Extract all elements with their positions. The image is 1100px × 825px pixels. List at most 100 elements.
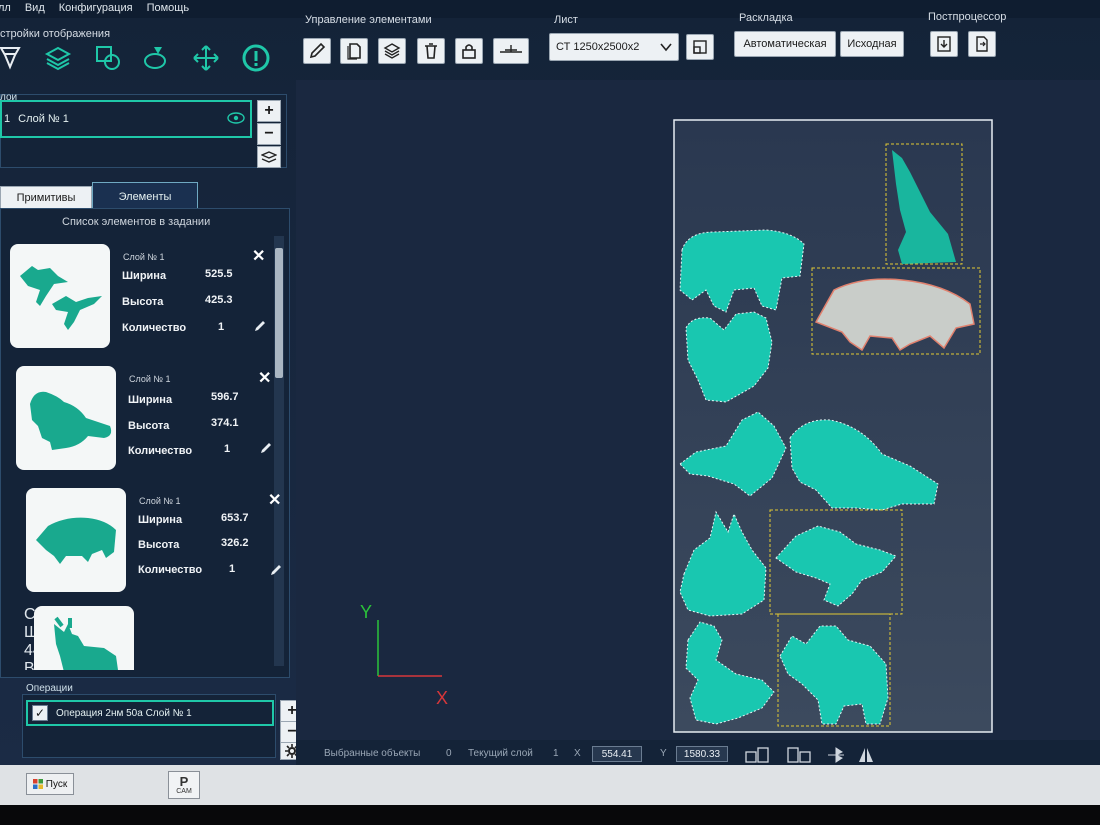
- sheet-icon: [693, 40, 707, 54]
- element-card-1[interactable]: Слой № 1 Ширина 525.5 Высота 425.3 Колич…: [0, 244, 290, 360]
- monitor-bezel: [0, 805, 1100, 825]
- element-control-group: Управление элементами: [305, 14, 432, 26]
- y-axis-label: Y: [360, 602, 372, 622]
- operation-label: Операция 2нм 50а Слой № 1: [56, 707, 192, 719]
- ducks-icon: [20, 266, 102, 330]
- taskbar-app-label: CAM: [176, 787, 192, 795]
- add-layer-button[interactable]: +: [257, 100, 281, 122]
- sheet-select[interactable]: СТ 1250x2500x2: [549, 33, 679, 61]
- qty-value: 1: [224, 443, 231, 455]
- pencil-icon: [309, 42, 326, 59]
- lock-icon: [462, 44, 476, 59]
- menu-help[interactable]: Помощь: [147, 0, 190, 18]
- menu-file[interactable]: лл: [0, 0, 11, 18]
- height-value: 374.1: [211, 417, 239, 429]
- fit-elements-icon[interactable]: [786, 746, 812, 764]
- file-export-icon: [976, 36, 988, 52]
- display-settings-title: стройки отображения: [0, 28, 111, 40]
- chevron-down-icon: [660, 43, 672, 52]
- layers-icon[interactable]: [42, 40, 74, 76]
- sheet-settings-button[interactable]: [686, 34, 714, 60]
- height-label: Высота: [122, 296, 164, 308]
- work-canvas[interactable]: Y X: [296, 80, 1100, 740]
- delete-button[interactable]: [417, 38, 445, 64]
- stack-button[interactable]: [378, 38, 406, 64]
- layer-index: 1: [4, 113, 11, 125]
- move-icon[interactable]: [190, 40, 222, 76]
- sheet-select-value: СТ 1250x2500x2: [556, 41, 640, 53]
- copy-button[interactable]: [340, 38, 368, 64]
- tab-primitives[interactable]: Примитивы: [0, 186, 92, 210]
- layout-group: Раскладка: [739, 12, 793, 24]
- height-value: 326.2: [221, 537, 249, 549]
- source-layout-button[interactable]: Исходная: [840, 31, 904, 57]
- element-card-3[interactable]: Слой № 1 Ширина 653.7 Высота 326.2 Колич…: [16, 488, 306, 604]
- pencil-icon[interactable]: [260, 442, 272, 454]
- element-thumbnail: [10, 244, 110, 348]
- postprocessor-group: Постпроцессор: [928, 11, 1006, 23]
- taskbar-app-button[interactable]: P CAM: [168, 771, 200, 799]
- qty-value: 1: [218, 321, 225, 333]
- align-icon[interactable]: [826, 745, 846, 765]
- remove-layer-button[interactable]: −: [257, 123, 281, 145]
- info-icon[interactable]: [240, 40, 272, 76]
- canvas-drawing: Y X: [360, 119, 993, 733]
- measure-button[interactable]: [493, 38, 529, 64]
- copy-icon: [347, 43, 361, 60]
- width-label: Ширина: [128, 394, 173, 406]
- pencil-icon[interactable]: [270, 564, 282, 576]
- operation-checkbox[interactable]: ✓: [32, 705, 48, 721]
- close-icon: ✕: [268, 492, 282, 509]
- layer-settings-button[interactable]: [257, 146, 281, 168]
- taskbar: Пуск P CAM: [0, 765, 1100, 805]
- selected-label: Выбранные объекты: [324, 748, 421, 759]
- tab-elements[interactable]: Элементы: [92, 182, 198, 210]
- trash-icon: [425, 43, 437, 59]
- element-control-title: Управление элементами: [305, 14, 432, 26]
- measure-icon: [500, 45, 522, 53]
- qty-label: Количество: [138, 564, 203, 576]
- operation-row[interactable]: ✓ Операция 2нм 50а Слой № 1: [26, 700, 274, 726]
- y-coord-label: Y: [660, 748, 667, 759]
- remove-element-button[interactable]: ✕: [258, 368, 271, 388]
- lock-button[interactable]: [455, 38, 483, 64]
- auto-layout-button[interactable]: Автоматическая: [734, 31, 836, 57]
- display-settings-icons: [0, 40, 290, 80]
- mirror-icon[interactable]: [856, 745, 876, 765]
- tool-icon[interactable]: [0, 40, 26, 76]
- element-card-2[interactable]: Слой № 1 Ширина 596.7 Высота 374.1 Колич…: [6, 366, 296, 482]
- shapes-icon[interactable]: [92, 40, 124, 76]
- fit-sheet-icon[interactable]: [744, 746, 770, 764]
- pencil-icon[interactable]: [254, 320, 266, 332]
- width-value: 653.7: [221, 512, 249, 524]
- sheet-group: Лист: [554, 14, 578, 26]
- width-label: Ширина: [122, 270, 167, 282]
- start-button[interactable]: Пуск: [26, 773, 74, 795]
- element-thumbnail: [16, 366, 116, 470]
- menu-view[interactable]: Вид: [25, 0, 45, 18]
- beaver-icon: [30, 391, 112, 450]
- current-layer-label: Текущий слой: [468, 748, 533, 759]
- width-value: 525.5: [205, 268, 233, 280]
- remove-element-button[interactable]: ✕: [252, 246, 265, 266]
- layer-row[interactable]: 1 Слой № 1: [0, 100, 252, 138]
- qty-value: 1: [229, 563, 236, 575]
- layout-title: Раскладка: [739, 12, 793, 24]
- element-layer: Слой № 1: [129, 374, 171, 384]
- path-icon[interactable]: [140, 40, 172, 76]
- edit-button[interactable]: [303, 38, 331, 64]
- menu-configuration[interactable]: Конфигурация: [59, 0, 133, 18]
- element-layer: Слой № 1: [123, 252, 165, 262]
- postprocessor-title: Постпроцессор: [928, 11, 1007, 23]
- layer-name: Слой № 1: [18, 113, 69, 125]
- postprocess-export-button[interactable]: [968, 31, 996, 57]
- remove-element-button[interactable]: ✕: [268, 490, 281, 510]
- layers-stack-icon: [261, 151, 277, 163]
- postprocess-download-button[interactable]: [930, 31, 958, 57]
- plus-icon: +: [264, 102, 274, 119]
- x-axis-label: X: [436, 688, 448, 708]
- close-icon: ✕: [258, 370, 272, 387]
- eye-icon[interactable]: [227, 112, 245, 124]
- element-card-4[interactable]: Слой № 1 Ширина 447.2 Высота 477 ✕: [24, 606, 274, 670]
- stack-icon: [383, 43, 401, 59]
